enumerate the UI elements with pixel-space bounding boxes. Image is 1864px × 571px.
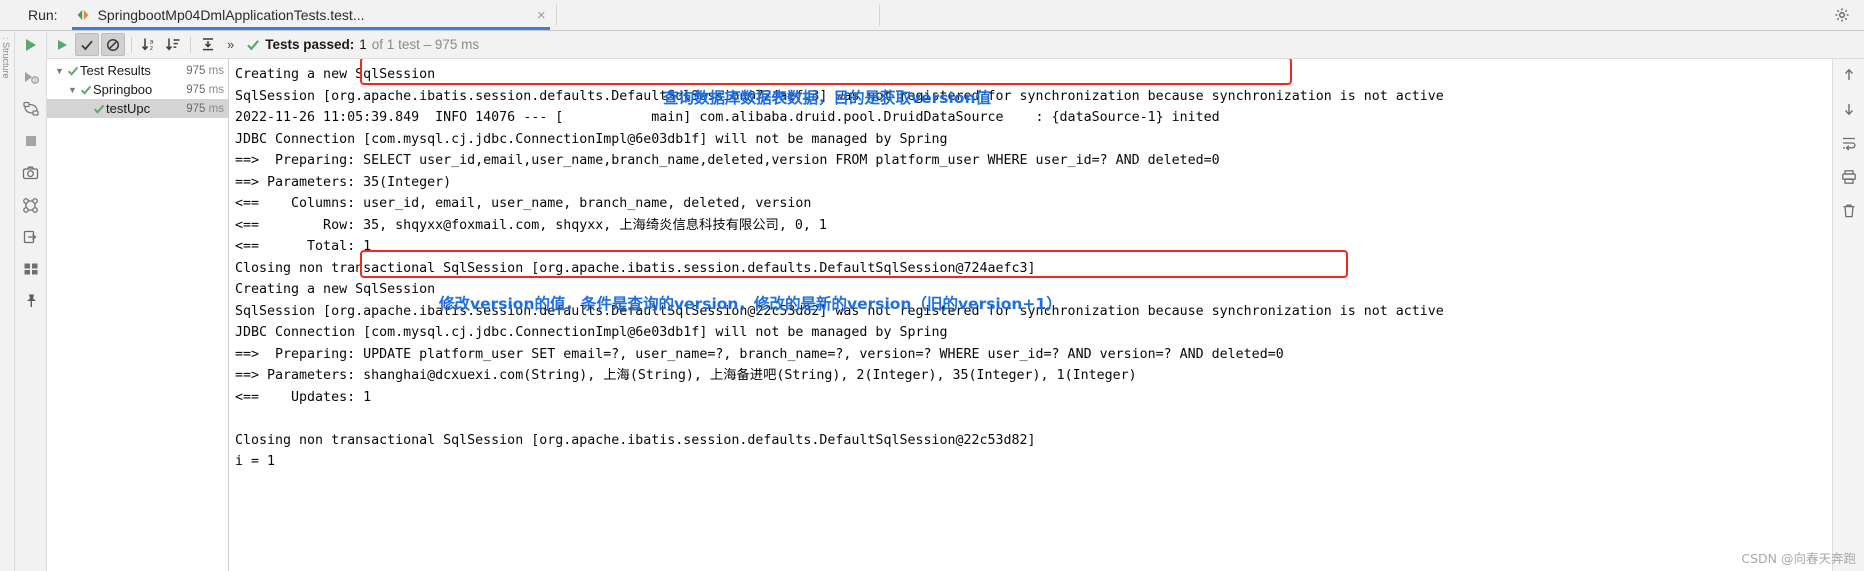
run-tool-window: Run: SpringbootMp04DmlApplicationTests.t…	[0, 0, 1864, 571]
tab-bar-spacer	[557, 0, 1820, 30]
ignored-icon	[106, 38, 120, 51]
console-line: <== Columns: user_id, email, user_name, …	[235, 196, 812, 211]
run-configuration-tab[interactable]: SpringbootMp04DmlApplicationTests.test..…	[65, 0, 556, 30]
screenshot-icon[interactable]	[21, 163, 41, 183]
structure-strip[interactable]: : Structure	[0, 31, 15, 571]
structure-strip-label: : Structure	[1, 37, 11, 79]
console-line: Creating a new SqlSession	[235, 282, 436, 297]
chevron-down-icon[interactable]: ▼	[66, 85, 79, 95]
scroll-down-icon[interactable]	[1839, 99, 1859, 119]
check-icon	[79, 84, 93, 96]
expand-collapse-button[interactable]	[197, 34, 219, 55]
clear-all-icon[interactable]	[1839, 201, 1859, 221]
run-window-body: : Structure 9 a z » Tests passed: 1 of 1…	[0, 31, 1864, 571]
tree-row[interactable]: testUpc 975 ms	[47, 99, 228, 118]
sort-alphabetically-button[interactable]: a z	[138, 34, 160, 55]
run-tool-window-label: Run:	[28, 7, 58, 23]
test-panes: ▼ Test Results 975 ms ▼ Springboo 975 ms…	[47, 59, 1864, 571]
tree-item-label: Test Results	[80, 63, 151, 78]
console-line: <== Updates: 1	[235, 389, 372, 405]
sort-by-duration-icon	[165, 38, 180, 51]
sort-by-duration-button[interactable]	[162, 34, 184, 55]
expand-collapse-icon	[203, 38, 213, 51]
tree-row[interactable]: ▼ Springboo 975 ms	[47, 80, 228, 99]
toolbar-divider-2	[190, 36, 191, 53]
stop-icon[interactable]	[21, 131, 41, 151]
test-status-suffix: of 1 test – 975 ms	[371, 37, 480, 52]
console-line: Closing non transactional SqlSession [or…	[235, 432, 1036, 448]
run-configuration-icon	[76, 8, 90, 22]
svg-text:z: z	[150, 45, 153, 52]
watermark: CSDN @向春天奔跑	[1741, 551, 1856, 566]
layout-icon[interactable]	[21, 259, 41, 279]
console-line: Closing non transactional SqlSession [or…	[235, 260, 1036, 276]
test-status-prefix: Tests passed:	[265, 37, 355, 52]
rerun-tests-button[interactable]	[51, 34, 73, 55]
run-icon	[58, 39, 67, 50]
close-icon[interactable]: ×	[537, 8, 546, 23]
gear-icon	[1835, 8, 1849, 22]
pin-icon[interactable]	[21, 291, 41, 311]
rerun-icon[interactable]	[21, 35, 41, 55]
console-line: SqlSession [org.apache.ibatis.session.de…	[235, 88, 1444, 104]
console-line: JDBC Connection [com.mysql.cj.jdbc.Conne…	[235, 325, 948, 340]
soft-wrap-icon[interactable]	[1839, 133, 1859, 153]
tree-row[interactable]: ▼ Test Results 975 ms	[47, 61, 228, 80]
tree-item-duration: 975 ms	[186, 83, 224, 96]
check-icon	[247, 39, 260, 50]
console-line: JDBC Connection [com.mysql.cj.jdbc.Conne…	[235, 131, 948, 147]
console-line: <== Total: 1	[235, 239, 372, 254]
settings-button[interactable]	[1820, 0, 1864, 30]
run-tab-bar: Run: SpringbootMp04DmlApplicationTests.t…	[0, 0, 1864, 31]
console-line: ==> Preparing: SELECT user_id,email,user…	[235, 153, 1220, 168]
svg-text:9: 9	[33, 78, 36, 84]
check-icon	[81, 40, 93, 50]
toolbar-divider-1	[131, 36, 132, 53]
console-line: ==> Preparing: UPDATE platform_user SET …	[235, 346, 1284, 362]
test-runner-toolbar: a z » Tests passed: 1 of 1 test – 975 ms	[47, 31, 1864, 59]
tree-item-duration: 975 ms	[186, 64, 224, 77]
tree-item-duration: 975 ms	[186, 102, 224, 115]
toolbar-overflow-button[interactable]: »	[221, 37, 240, 52]
rerun-failed-icon[interactable]: 9	[21, 67, 41, 87]
threads-icon[interactable]	[21, 195, 41, 215]
show-ignored-toggle[interactable]	[101, 33, 125, 56]
console-output[interactable]: Creating a new SqlSession SqlSession [or…	[229, 59, 1832, 571]
check-icon	[92, 103, 106, 115]
export-icon[interactable]	[21, 227, 41, 247]
console-line: Creating a new SqlSession	[235, 67, 436, 82]
check-icon	[66, 65, 80, 77]
run-actions-gutter: 9	[15, 31, 47, 571]
toggle-coverage-icon[interactable]	[21, 99, 41, 119]
test-status-count: 1	[359, 37, 367, 52]
print-icon[interactable]	[1839, 167, 1859, 187]
tree-item-label: testUpc	[106, 101, 151, 116]
tab-divider-2	[878, 4, 880, 26]
console-text: Creating a new SqlSession SqlSession [or…	[235, 64, 1832, 473]
console-line: ==> Parameters: shanghai@dcxuexi.com(Str…	[235, 368, 1137, 383]
console-line: SqlSession [org.apache.ibatis.session.de…	[235, 303, 1444, 319]
console-line: 2022-11-26 11:05:39.849 INFO 14076 --- […	[235, 110, 1220, 125]
scroll-up-icon[interactable]	[1839, 65, 1859, 85]
console-actions-gutter	[1832, 59, 1864, 571]
console-line: ==> Parameters: 35(Integer)	[235, 174, 452, 190]
sort-alphabetically-icon: a z	[141, 38, 154, 52]
tree-item-label: Springboo	[93, 82, 153, 97]
chevron-down-icon[interactable]: ▼	[53, 66, 66, 76]
console-line: <== Row: 35, shqyxx@foxmail.com, shqyxx,…	[235, 217, 827, 233]
show-passed-toggle[interactable]	[75, 33, 99, 56]
test-results-tree[interactable]: ▼ Test Results 975 ms ▼ Springboo 975 ms…	[47, 59, 229, 571]
test-runner-content: a z » Tests passed: 1 of 1 test – 975 ms…	[47, 31, 1864, 571]
test-status-bar: Tests passed: 1 of 1 test – 975 ms	[246, 37, 479, 52]
run-configuration-tab-title: SpringbootMp04DmlApplicationTests.test..…	[97, 7, 365, 23]
console-line: i = 1	[235, 454, 276, 469]
